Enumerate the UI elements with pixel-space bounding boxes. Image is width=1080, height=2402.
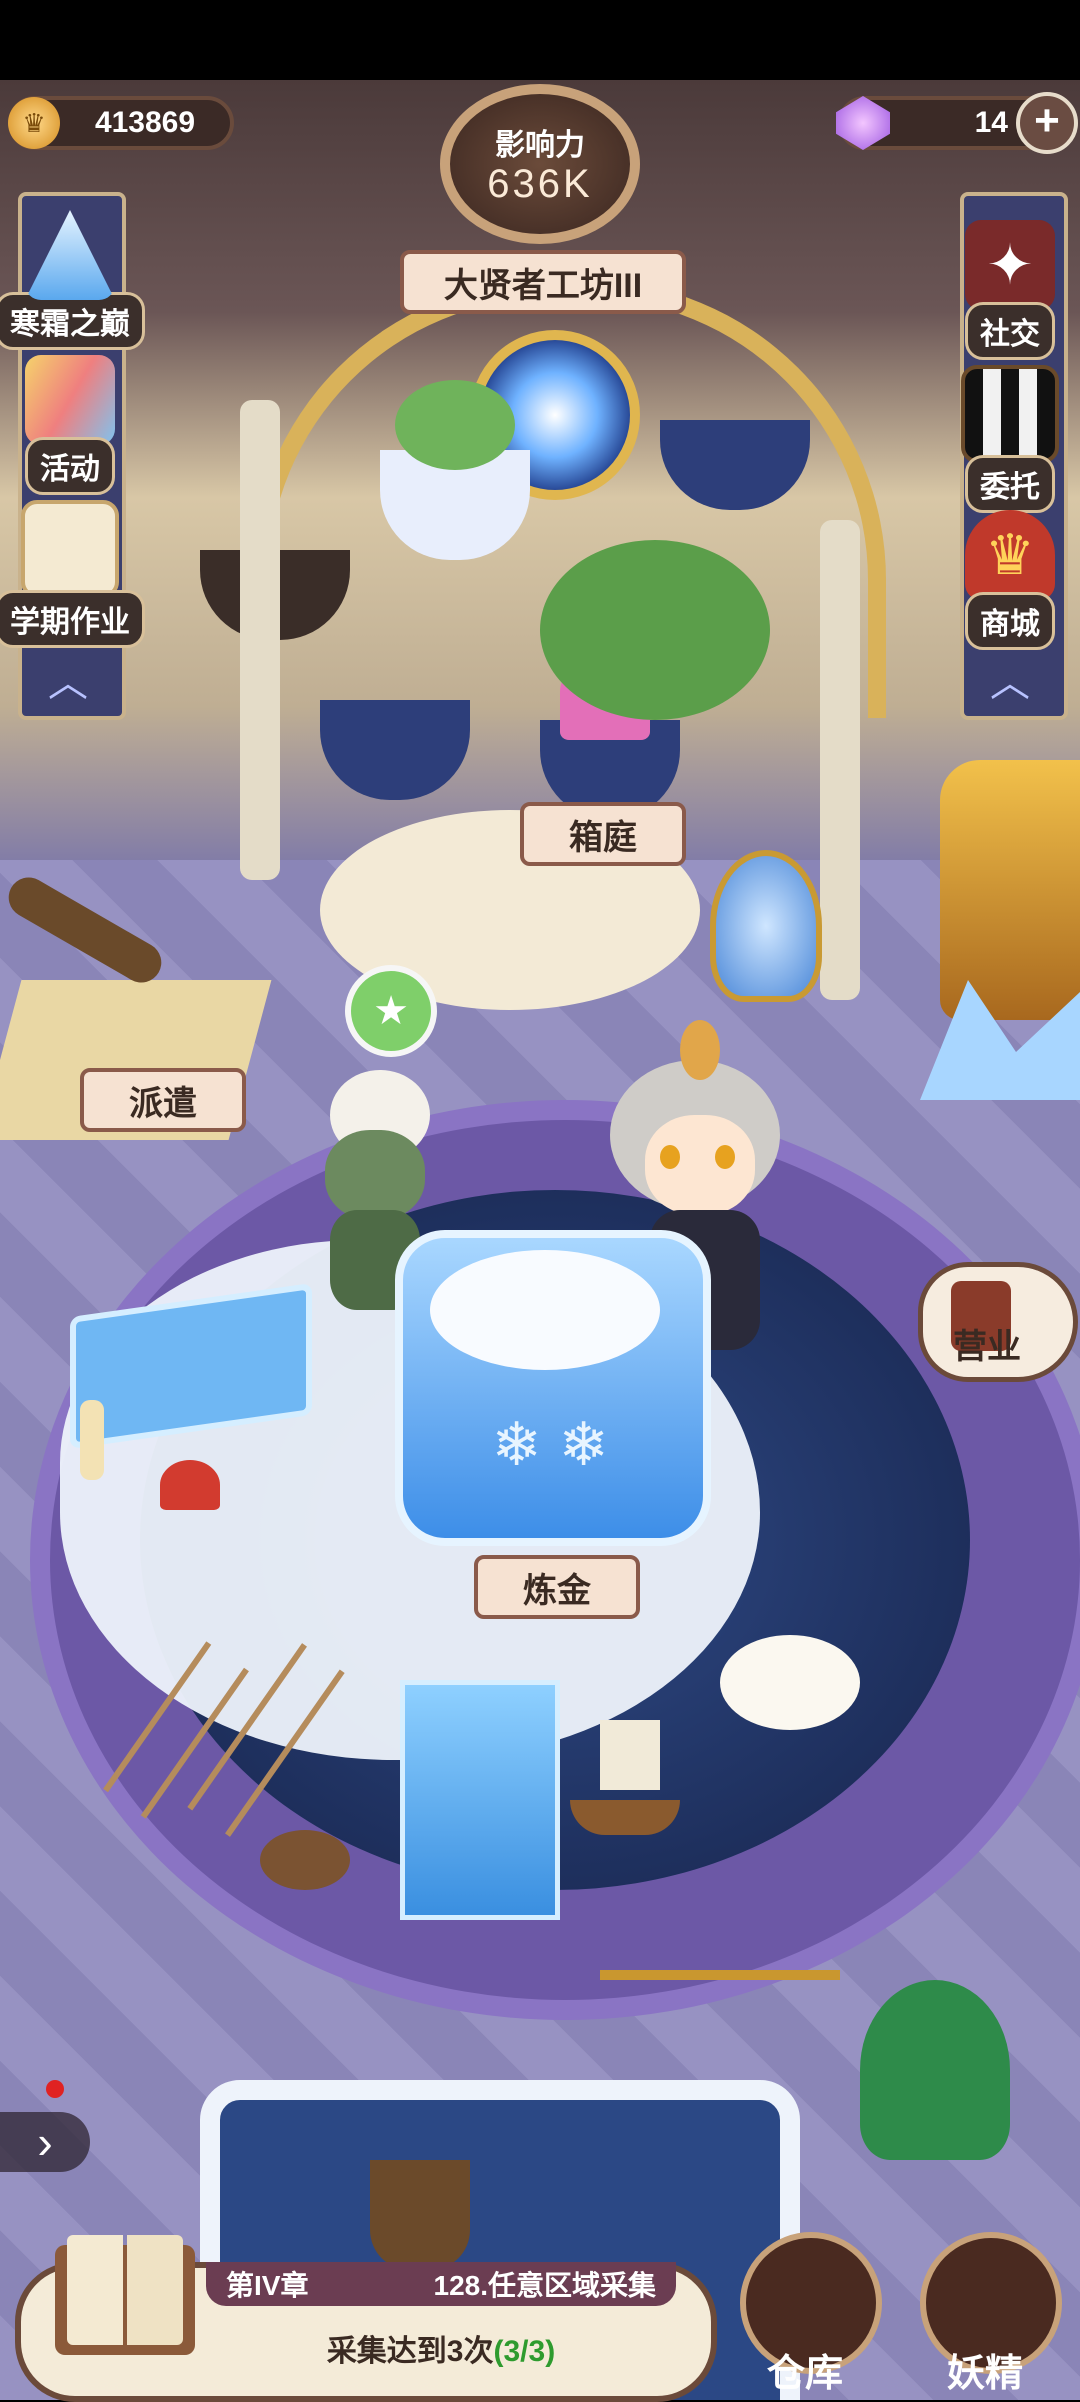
menu-frost-peak[interactable]: 寒霜之巅 bbox=[0, 210, 150, 350]
fairy-label: 妖精 bbox=[946, 2353, 1023, 2395]
candle-icon bbox=[80, 1400, 104, 1480]
gem-counter[interactable]: 14 + bbox=[836, 92, 1078, 154]
collapse-left-menu-icon[interactable]: ︿ bbox=[40, 650, 96, 705]
dispatch-label-text: 派遣 bbox=[129, 1084, 197, 1123]
golden-shrine bbox=[940, 760, 1080, 1020]
menu-commission[interactable]: 委托 bbox=[930, 365, 1080, 513]
quest-chapter: 第IV章 bbox=[226, 2270, 309, 2301]
game-scene: ★ ❄ ❄ bbox=[0, 80, 1080, 2400]
plant-leaves-icon bbox=[395, 380, 515, 470]
garden-label[interactable]: 箱庭 bbox=[520, 802, 686, 866]
menu-frost-peak-label: 寒霜之巅 bbox=[0, 292, 145, 350]
workshop-title[interactable]: 大贤者工坊III bbox=[400, 250, 686, 314]
workshop-title-text: 大贤者工坊III bbox=[443, 266, 643, 305]
influence-badge[interactable]: 影响力 636K bbox=[420, 84, 660, 254]
business-button[interactable]: 营业 bbox=[918, 1262, 1078, 1382]
gem-amount: 14 bbox=[974, 106, 1008, 139]
notification-dot bbox=[46, 2080, 64, 2098]
coin-amount: 413869 bbox=[94, 106, 196, 139]
warehouse-label: 仓库 bbox=[766, 2353, 843, 2395]
rainbow-card-icon bbox=[25, 355, 115, 445]
toy-boat-icon bbox=[570, 1720, 680, 1850]
quest-header: 第IV章 128.任意区域采集 bbox=[206, 2262, 676, 2306]
menu-events[interactable]: 活动 bbox=[0, 355, 150, 495]
menu-shop[interactable]: ♛ 商城 bbox=[930, 510, 1080, 650]
vine-plant bbox=[540, 540, 770, 720]
garden-label-text: 箱庭 bbox=[569, 818, 637, 857]
alchemy-label-text: 炼金 bbox=[523, 1571, 591, 1610]
influence-label: 影响力 bbox=[495, 129, 585, 162]
balance-scale-icon bbox=[600, 1970, 840, 2180]
collapse-right-menu-icon[interactable]: ︿ bbox=[982, 650, 1038, 705]
add-gems-button[interactable]: + bbox=[1016, 92, 1078, 154]
pillar bbox=[240, 400, 280, 880]
scroll-icon bbox=[21, 500, 119, 598]
quest-progress: (3/3) bbox=[493, 2335, 556, 2368]
menu-homework-label: 学期作业 bbox=[0, 590, 145, 648]
shop-icon: ♛ bbox=[965, 510, 1055, 600]
speech-bubble-star-icon[interactable]: ★ bbox=[345, 965, 437, 1057]
fish-basket-icon bbox=[260, 1830, 350, 1890]
menu-social-label: 社交 bbox=[965, 302, 1055, 360]
quest-progress-line: 采集达到3次(3/3) bbox=[206, 2326, 676, 2370]
coin-counter[interactable]: ♛ 413869 bbox=[8, 96, 234, 150]
birds-icon: ✦ bbox=[965, 220, 1055, 310]
potted-plant-icon bbox=[860, 1980, 1010, 2160]
menu-shop-label: 商城 bbox=[965, 592, 1055, 650]
coin-icon: ♛ bbox=[8, 97, 60, 149]
ice-pillar bbox=[400, 1680, 560, 1920]
qr-board-icon bbox=[961, 365, 1059, 463]
plant-pot bbox=[320, 700, 470, 800]
menu-commission-label: 委托 bbox=[965, 455, 1055, 513]
menu-social[interactable]: ✦ 社交 bbox=[930, 220, 1080, 360]
menu-events-label: 活动 bbox=[25, 437, 115, 495]
boat-icon bbox=[370, 2160, 470, 2270]
menu-homework[interactable]: 学期作业 bbox=[0, 500, 150, 648]
dispatch-label[interactable]: 派遣 bbox=[80, 1068, 246, 1132]
pillar bbox=[820, 520, 860, 1000]
influence-value: 636K bbox=[487, 162, 593, 206]
seal-icon bbox=[720, 1635, 860, 1730]
quest-book-icon[interactable] bbox=[55, 2225, 195, 2365]
expand-panel-button[interactable]: › bbox=[0, 2112, 90, 2172]
snow-mountain-icon bbox=[25, 210, 115, 300]
snowflake-icon: ❄ ❄ bbox=[491, 1411, 609, 1478]
quest-detail: 采集达到3次 bbox=[326, 2335, 494, 2368]
cauldron-snow bbox=[430, 1250, 660, 1370]
alchemy-label[interactable]: 炼金 bbox=[474, 1555, 640, 1619]
quest-task-title: 128.任意区域采集 bbox=[433, 2270, 657, 2301]
status-bar bbox=[0, 0, 1080, 80]
fairy-button[interactable]: 妖精 bbox=[910, 2232, 1062, 2395]
business-label: 营业 bbox=[953, 1328, 1021, 1366]
mushroom-icon bbox=[160, 1460, 220, 1510]
warehouse-button[interactable]: 仓库 bbox=[730, 2232, 882, 2395]
potion-bottle-icon bbox=[710, 850, 822, 1002]
